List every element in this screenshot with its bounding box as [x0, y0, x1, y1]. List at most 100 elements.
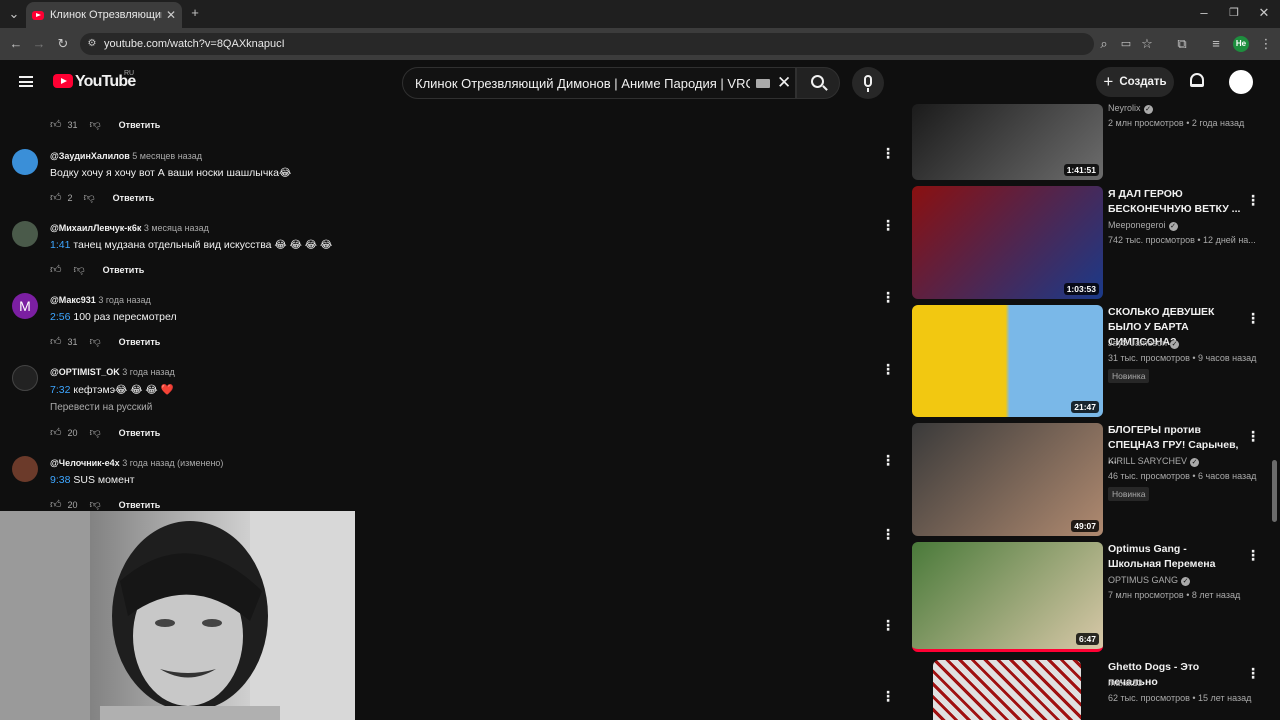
- reply-button[interactable]: Ответить: [113, 193, 155, 203]
- comment-menu-icon[interactable]: ⋮: [881, 362, 895, 376]
- close-window-icon[interactable]: ✕: [1256, 6, 1272, 20]
- comment-author[interactable]: @Челочник-е4х: [50, 458, 120, 468]
- hamburger-menu-icon[interactable]: [19, 76, 33, 87]
- profile-avatar[interactable]: Не: [1233, 36, 1249, 52]
- plus-icon: +: [1103, 72, 1114, 91]
- keyboard-icon[interactable]: [756, 79, 770, 88]
- video-menu-icon[interactable]: ⋮: [1246, 311, 1260, 325]
- video-menu-icon[interactable]: ⋮: [1246, 666, 1260, 680]
- dislike-icon[interactable]: 👎︎: [84, 191, 95, 204]
- video-thumbnail[interactable]: 1:03:53: [912, 186, 1103, 299]
- video-channel[interactable]: JayS Jameson ✓: [1108, 336, 1180, 351]
- commenter-avatar[interactable]: [12, 365, 38, 391]
- comment-menu-icon[interactable]: ⋮: [881, 453, 895, 467]
- cast-icon[interactable]: ▭: [1118, 37, 1134, 51]
- comment-time[interactable]: 5 месяцев назад: [132, 151, 202, 161]
- clear-search-icon[interactable]: ✕: [777, 73, 791, 93]
- browser-tab[interactable]: Клинок Отрезвляющий Димоно ✕: [26, 2, 182, 28]
- forward-icon[interactable]: →: [31, 37, 47, 51]
- youtube-logo-icon[interactable]: [53, 74, 73, 88]
- browser-menu-icon[interactable]: ⋮: [1258, 37, 1274, 51]
- reply-button[interactable]: Ответить: [119, 500, 161, 510]
- restore-icon[interactable]: ❐: [1226, 6, 1242, 20]
- account-avatar[interactable]: [1229, 70, 1253, 94]
- minimize-icon[interactable]: –: [1196, 6, 1212, 20]
- video-title[interactable]: Я ДАЛ ГЕРОЮ БЕСКОНЕЧНУЮ ВЕТКУ ...: [1108, 187, 1242, 217]
- comment-time[interactable]: 3 года назад: [122, 367, 174, 377]
- comment-author[interactable]: @OPTIMIST_OK: [50, 367, 120, 377]
- like-icon[interactable]: 👍︎: [50, 426, 62, 439]
- comment-time[interactable]: 3 месяца назад: [144, 223, 209, 233]
- video-menu-icon[interactable]: ⋮: [1246, 548, 1260, 562]
- video-thumbnail[interactable]: 1:41:51: [912, 104, 1103, 180]
- like-icon[interactable]: 👍︎: [50, 118, 62, 131]
- comment-author[interactable]: @ЗаудинХалилов: [50, 151, 130, 161]
- bookmark-star-icon[interactable]: ☆: [1139, 37, 1155, 51]
- translate-link[interactable]: Перевести на русский: [50, 402, 152, 413]
- dislike-icon[interactable]: 👎︎: [90, 118, 101, 131]
- comment-author[interactable]: @МихаилЛевчук-к6к: [50, 223, 141, 233]
- tab-search-icon[interactable]: ⌄: [6, 7, 22, 21]
- comment-menu-icon[interactable]: ⋮: [881, 218, 895, 232]
- dislike-icon[interactable]: 👎︎: [90, 498, 101, 511]
- comment-timestamp-link[interactable]: 7:32: [50, 384, 70, 396]
- reply-button[interactable]: Ответить: [119, 428, 161, 438]
- video-channel[interactable]: maxat13: [1108, 676, 1143, 691]
- reply-button[interactable]: Ответить: [119, 337, 161, 347]
- video-channel[interactable]: KIRILL SARYCHEV ✓: [1108, 454, 1200, 469]
- search-input[interactable]: Клинок Отрезвляющий Димонов | Аниме Паро…: [402, 67, 796, 99]
- back-icon[interactable]: ←: [8, 37, 24, 51]
- voice-search-button[interactable]: [852, 67, 884, 99]
- comment-text: SUS момент: [70, 474, 135, 486]
- video-thumbnail[interactable]: [933, 660, 1081, 720]
- dislike-icon[interactable]: 👎︎: [90, 426, 101, 439]
- like-icon[interactable]: 👍︎: [50, 263, 62, 276]
- video-thumbnail[interactable]: 21:47: [912, 305, 1103, 417]
- like-icon[interactable]: 👍︎: [50, 191, 62, 204]
- reading-list-icon[interactable]: ≡: [1208, 37, 1224, 51]
- comment-menu-icon[interactable]: ⋮: [881, 689, 895, 703]
- comment-menu-icon[interactable]: ⋮: [881, 527, 895, 541]
- search-button[interactable]: [796, 67, 840, 99]
- comment-header: @Макс931 3 года назад: [50, 295, 151, 305]
- video-channel[interactable]: Neyrolix ✓: [1108, 101, 1153, 116]
- video-channel[interactable]: OPTIMUS GANG ✓: [1108, 573, 1191, 588]
- reply-button[interactable]: Ответить: [103, 265, 145, 275]
- dislike-icon[interactable]: 👎︎: [74, 263, 85, 276]
- video-meta: 62 тыс. просмотров • 15 лет назад: [1108, 693, 1252, 703]
- dislike-icon[interactable]: 👎︎: [90, 335, 101, 348]
- video-title[interactable]: Optimus Gang - Школьная Перемена: [1108, 542, 1242, 572]
- comment-timestamp-link[interactable]: 1:41: [50, 239, 70, 251]
- video-channel[interactable]: Meeponegeroi ✓: [1108, 218, 1178, 233]
- video-menu-icon[interactable]: ⋮: [1246, 429, 1260, 443]
- page-scrollbar-thumb[interactable]: [1272, 460, 1277, 522]
- commenter-avatar[interactable]: [12, 221, 38, 247]
- comment-menu-icon[interactable]: ⋮: [881, 290, 895, 304]
- comment-menu-icon[interactable]: ⋮: [881, 618, 895, 632]
- comment-author[interactable]: @Макс931: [50, 295, 96, 305]
- video-thumbnail[interactable]: 6:47: [912, 542, 1103, 652]
- comment-timestamp-link[interactable]: 2:56: [50, 311, 70, 323]
- address-bar[interactable]: ⚙ youtube.com/watch?v=8QAXknapucI ⌕ ▭ ☆: [80, 33, 1153, 55]
- notifications-bell-icon[interactable]: [1190, 73, 1204, 87]
- reload-icon[interactable]: ↻: [55, 37, 71, 51]
- new-tab-icon[interactable]: +: [187, 6, 203, 20]
- commenter-avatar[interactable]: [12, 149, 38, 175]
- comment-time[interactable]: 3 года назад: [98, 295, 150, 305]
- comment-time[interactable]: 3 года назад (изменено): [122, 458, 223, 468]
- comment-text-line: 9:38 SUS момент: [50, 474, 135, 486]
- like-icon[interactable]: 👍︎: [50, 498, 62, 511]
- zoom-icon[interactable]: ⌕: [1096, 37, 1112, 51]
- commenter-avatar[interactable]: [12, 456, 38, 482]
- comment-timestamp-link[interactable]: 9:38: [50, 474, 70, 486]
- site-info-icon[interactable]: ⚙: [84, 37, 100, 51]
- create-button[interactable]: + Создать: [1096, 67, 1174, 97]
- reply-button[interactable]: Ответить: [119, 120, 161, 130]
- video-thumbnail[interactable]: 49:07: [912, 423, 1103, 536]
- commenter-avatar[interactable]: M: [12, 293, 38, 319]
- extensions-icon[interactable]: ⧉: [1174, 37, 1190, 51]
- close-tab-icon[interactable]: ✕: [166, 8, 176, 22]
- video-menu-icon[interactable]: ⋮: [1246, 193, 1260, 207]
- comment-menu-icon[interactable]: ⋮: [881, 146, 895, 160]
- like-icon[interactable]: 👍︎: [50, 335, 62, 348]
